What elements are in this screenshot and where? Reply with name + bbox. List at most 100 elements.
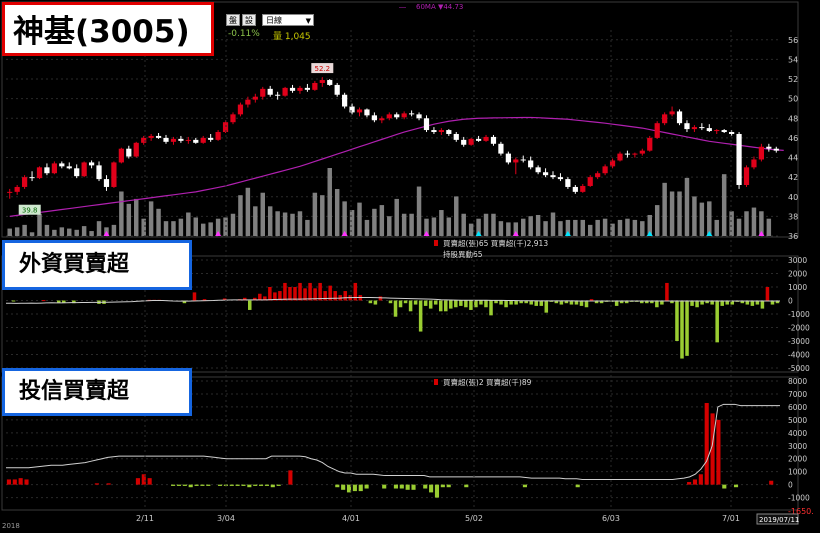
net-buy-bar [444,300,448,312]
volume-bar [736,218,742,236]
draw-button[interactable]: 盤 [226,14,240,26]
change-percent: -0.11% [228,29,260,39]
panel-tick-label: 3000 [788,442,807,451]
panel-tick-label: 7000 [788,390,807,399]
net-buy-bar [259,484,264,486]
volume-bar [543,221,548,236]
net-buy-bar [57,300,61,303]
chevron-down-icon: ▼ [305,17,311,25]
candle-body [81,162,87,177]
volume-bar [439,210,444,236]
volume-bar [349,210,355,236]
candle-body [654,123,660,138]
price-tick-label: 56 [788,36,798,45]
net-buy-bar [206,484,211,486]
candle-body [342,94,348,107]
panel-tick-label: 0 [788,481,793,490]
net-buy-bar [423,484,428,489]
volume-bar [409,213,414,236]
period-select[interactable]: 日線 ▼ [262,14,314,26]
volume-bar [171,221,176,236]
candle-body [88,162,95,166]
net-buy-bar [247,484,252,488]
volume-bar [483,213,489,236]
volume-bar [67,228,72,236]
candle-body [59,163,65,167]
net-buy-bar [687,482,692,485]
candle-body [386,114,392,119]
net-buy-bar [474,300,478,308]
volume-bar [186,212,191,236]
volume-bar [401,213,407,236]
volume-bar [431,217,437,236]
volume-bar [327,168,332,236]
start-date-label: 2018 [2,522,20,530]
net-buy-bar [733,484,739,488]
net-buy-bar [715,300,719,343]
volume-bar [260,192,265,236]
volume-bar [59,227,65,236]
volume-bar [238,195,243,236]
net-buy-bar [446,484,451,488]
candle-body [289,87,296,91]
net-buy-bar [408,300,413,312]
candle-body [7,191,13,193]
net-buy-bar [378,296,383,301]
candle-body [721,130,727,133]
net-buy-bar [358,484,363,492]
candle-body [111,162,117,187]
net-buy-bar [509,300,513,305]
net-buy-bar [264,484,269,486]
panel-tick-label: -5000 [788,364,810,373]
net-buy-bar [393,300,398,317]
candle-body [103,179,110,187]
volume-bar [320,195,325,236]
candle-body [714,130,720,132]
net-buy-bar [373,300,378,305]
period-value: 日線 [266,16,282,25]
net-buy-bar [479,300,483,305]
settings-button[interactable]: 設 [242,14,256,26]
candle-body [371,115,377,121]
volume-bar [74,229,79,236]
volume-bar [267,206,273,236]
net-buy-bar [343,291,348,301]
net-buy-bar [428,300,433,309]
candle-body [267,88,273,95]
net-buy-bar [665,282,669,301]
net-buy-bar [698,474,703,485]
volume-bar [357,202,362,236]
candle-body [624,153,631,155]
legend-swatch [434,379,438,385]
net-buy-bar [268,287,272,301]
volume-bar [580,219,586,236]
panel-tick-label: -3000 [788,337,810,346]
candle-body [275,94,281,96]
net-buy-bar [388,300,393,304]
candle-body [409,113,415,115]
low-label: 39.8 [22,207,38,215]
candle-body [766,146,772,149]
net-buy-bar [438,300,443,312]
candle-body [133,142,139,157]
volume-bar [602,218,608,236]
candle-body [468,138,474,145]
net-buy-bar [200,484,205,486]
candle-body [699,127,705,129]
candle-body [178,138,184,141]
candle-body [617,153,623,161]
price-tick-label: 42 [788,173,798,182]
candle-body [44,167,50,174]
volume-bar [729,211,734,236]
volume-bar [44,224,50,236]
candle-body [438,130,444,133]
net-buy-bar [589,299,594,301]
volume-bar [253,206,258,236]
candle-body [498,143,504,154]
candle-body [773,148,779,151]
volume-bar [662,182,667,236]
candle-body [647,137,653,151]
panel-tick-label: -1000 [788,310,810,319]
candle-body [736,133,742,185]
volume-bar [372,208,377,236]
